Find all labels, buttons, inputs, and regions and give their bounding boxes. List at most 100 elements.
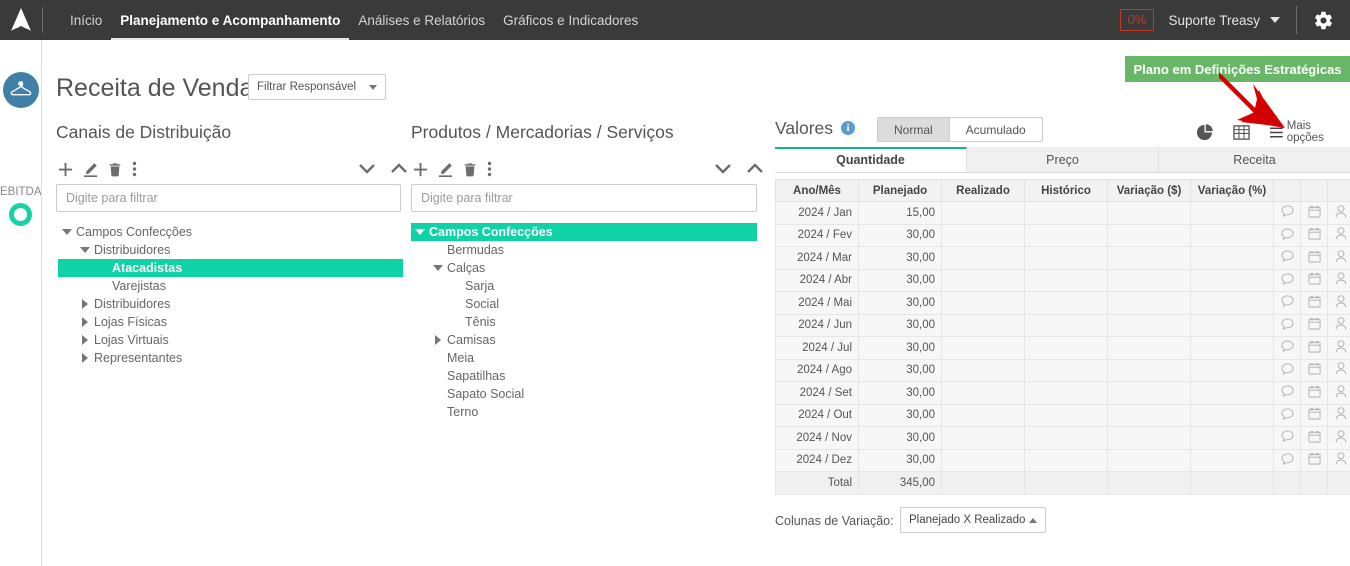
tree-item[interactable]: Sapatilhas	[411, 367, 757, 385]
tab-preco[interactable]: Preço	[967, 147, 1159, 172]
row-schedule-button[interactable]	[1300, 381, 1328, 405]
tree-item[interactable]: Lojas Virtuais	[58, 331, 403, 349]
tree-item[interactable]: Atacadistas	[58, 259, 403, 277]
responsible-filter-select[interactable]: Filtrar Responsável	[248, 74, 386, 100]
row-comment-button[interactable]	[1273, 291, 1301, 315]
tab-quantidade[interactable]: Quantidade	[775, 147, 967, 172]
chevron-right-icon[interactable]	[76, 317, 94, 327]
row-responsible-button[interactable]	[1327, 268, 1350, 292]
tree-item[interactable]: Distribuidores	[58, 241, 403, 259]
col-historico[interactable]: Histórico	[1024, 179, 1108, 202]
cell-variacao_valor[interactable]	[1107, 381, 1191, 405]
add-channel-button[interactable]	[58, 162, 73, 177]
tree-item[interactable]: Calças	[411, 259, 757, 277]
row-schedule-button[interactable]	[1300, 448, 1328, 472]
cell-planejado[interactable]: 30,00	[858, 358, 942, 382]
row-responsible-button[interactable]	[1327, 426, 1350, 450]
edit-product-button[interactable]	[438, 162, 453, 177]
row-comment-button[interactable]	[1273, 201, 1301, 225]
cell-historico[interactable]	[1024, 313, 1108, 337]
cell-variacao_pct[interactable]	[1190, 358, 1274, 382]
cell-realizado[interactable]	[941, 358, 1025, 382]
cell-planejado[interactable]: 30,00	[858, 426, 942, 450]
table-row[interactable]: 2024 / Set 30,00	[775, 381, 1350, 405]
cell-period[interactable]: 2024 / Jun	[775, 313, 859, 337]
cell-period[interactable]: 2024 / Mai	[775, 291, 859, 315]
table-row[interactable]: 2024 / Mai 30,00	[775, 291, 1350, 315]
row-comment-button[interactable]	[1273, 381, 1301, 405]
table-row[interactable]: 2024 / Jan 15,00	[775, 201, 1350, 225]
row-responsible-button[interactable]	[1327, 336, 1350, 360]
tree-item[interactable]: Representantes	[58, 349, 403, 367]
table-row[interactable]: 2024 / Ago 30,00	[775, 358, 1350, 382]
cell-planejado[interactable]: 30,00	[858, 223, 942, 247]
edit-channel-button[interactable]	[83, 162, 98, 177]
table-row[interactable]: 2024 / Nov 30,00	[775, 426, 1350, 450]
ebitda-progress-ring[interactable]	[9, 203, 32, 226]
cell-historico[interactable]	[1024, 403, 1108, 427]
cell-historico[interactable]	[1024, 268, 1108, 292]
row-schedule-button[interactable]	[1300, 313, 1328, 337]
cell-realizado[interactable]	[941, 381, 1025, 405]
cell-variacao_valor[interactable]	[1107, 358, 1191, 382]
table-total-row[interactable]: Total 345,00	[775, 471, 1350, 495]
nav-item-graficos[interactable]: Gráficos e Indicadores	[494, 0, 647, 40]
channel-more-button[interactable]	[132, 161, 137, 177]
cell-variacao_valor[interactable]	[1107, 403, 1191, 427]
products-filter-input[interactable]	[411, 184, 757, 212]
tree-item[interactable]: Campos Confecções	[58, 223, 403, 241]
cell-historico[interactable]	[1024, 201, 1108, 225]
cell-historico[interactable]	[1024, 358, 1108, 382]
cell-variacao_pct[interactable]	[1190, 313, 1274, 337]
chevron-down-icon[interactable]	[429, 265, 447, 271]
tree-item[interactable]: Bermudas	[411, 241, 757, 259]
tree-item[interactable]: Distribuidores	[58, 295, 403, 313]
cell-realizado[interactable]	[941, 403, 1025, 427]
cell-variacao_valor[interactable]	[1107, 336, 1191, 360]
cell-realizado[interactable]	[941, 201, 1025, 225]
tree-item[interactable]: Social	[411, 295, 757, 313]
cell-variacao_valor[interactable]	[1107, 313, 1191, 337]
tree-item[interactable]: Varejistas	[58, 277, 403, 295]
cell-historico[interactable]	[1024, 291, 1108, 315]
row-comment-button[interactable]	[1273, 403, 1301, 427]
table-row[interactable]: 2024 / Jun 30,00	[775, 313, 1350, 337]
cell-realizado[interactable]	[941, 246, 1025, 270]
tree-item[interactable]: Camisas	[411, 331, 757, 349]
cell-variacao_pct[interactable]	[1190, 291, 1274, 315]
cell-variacao_valor[interactable]	[1107, 201, 1191, 225]
chevron-right-icon[interactable]	[76, 353, 94, 363]
row-comment-button[interactable]	[1273, 268, 1301, 292]
row-comment-button[interactable]	[1273, 358, 1301, 382]
cell-period[interactable]: 2024 / Set	[775, 381, 859, 405]
cell-period[interactable]: 2024 / Fev	[775, 223, 859, 247]
variation-columns-select[interactable]: Planejado X Realizado	[900, 507, 1046, 533]
cell-variacao_valor[interactable]	[1107, 448, 1191, 472]
progress-badge[interactable]: 0%	[1119, 9, 1155, 31]
col-ano-mes[interactable]: Ano/Mês	[775, 179, 859, 202]
cell-variacao_pct[interactable]	[1190, 426, 1274, 450]
row-responsible-button[interactable]	[1327, 403, 1350, 427]
tree-item[interactable]: Campos Confecções	[411, 223, 757, 241]
chevron-right-icon[interactable]	[429, 335, 447, 345]
row-responsible-button[interactable]	[1327, 223, 1350, 247]
more-options-button[interactable]: Mais opções	[1270, 120, 1350, 144]
mode-normal-button[interactable]: Normal	[878, 118, 949, 141]
chevron-down-icon[interactable]	[411, 229, 429, 235]
row-schedule-button[interactable]	[1300, 223, 1328, 247]
table-view-button[interactable]	[1233, 124, 1250, 141]
row-responsible-button[interactable]	[1327, 201, 1350, 225]
row-comment-button[interactable]	[1273, 223, 1301, 247]
nav-item-inicio[interactable]: Início	[61, 0, 111, 40]
row-responsible-button[interactable]	[1327, 448, 1350, 472]
cell-historico[interactable]	[1024, 426, 1108, 450]
cell-planejado[interactable]: 30,00	[858, 291, 942, 315]
tree-item[interactable]: Lojas Físicas	[58, 313, 403, 331]
table-row[interactable]: 2024 / Mar 30,00	[775, 246, 1350, 270]
add-product-button[interactable]	[413, 162, 428, 177]
cell-period[interactable]: 2024 / Nov	[775, 426, 859, 450]
col-planejado[interactable]: Planejado	[858, 179, 942, 202]
product-more-button[interactable]	[487, 161, 492, 177]
delete-channel-button[interactable]	[108, 162, 122, 177]
row-schedule-button[interactable]	[1300, 268, 1328, 292]
